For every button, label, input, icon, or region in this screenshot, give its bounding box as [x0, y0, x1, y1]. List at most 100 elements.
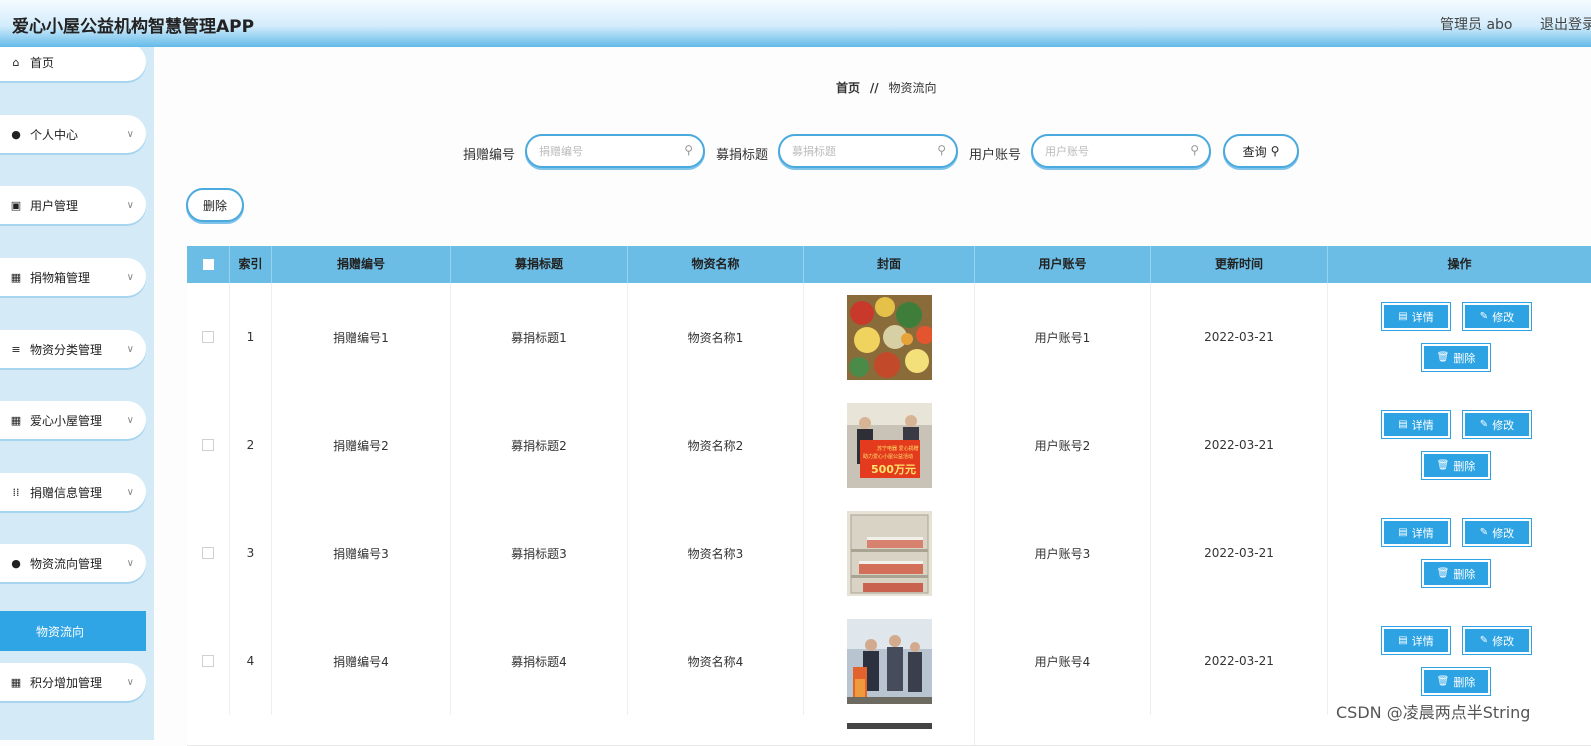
delete-button[interactable]: 🗑 删除: [1421, 559, 1491, 588]
row-select[interactable]: [187, 391, 230, 499]
grid-icon: ▦: [10, 675, 22, 689]
sidebar-item-user-management[interactable]: ▣ 用户管理 ∨: [0, 186, 146, 224]
account-search-box[interactable]: ⚲: [1031, 134, 1211, 168]
cell-index: 4: [230, 607, 272, 715]
sidebar-item-material-category[interactable]: ≡ 物资分类管理 ∨: [0, 330, 146, 368]
delete-label: 删除: [1453, 675, 1476, 689]
cell-title: 募捐标题3: [451, 499, 628, 607]
sidebar-subitem-material-flow[interactable]: 物资流向: [0, 611, 146, 651]
pencil-icon: ✎: [1479, 527, 1489, 538]
account-input[interactable]: [1043, 144, 1187, 159]
donation-no-search-box[interactable]: ⚲: [525, 134, 705, 168]
row-checkbox[interactable]: [202, 655, 214, 667]
delete-button[interactable]: 🗑 删除: [1421, 343, 1491, 372]
sidebar-item-points[interactable]: ▦ 积分增加管理 ∨: [0, 663, 146, 701]
cell-actions: ▤ 详情 ✎ 修改 🗑 删除: [1328, 499, 1591, 607]
app-header: 爱心小屋公益机构智慧管理APP 管理员 abo 退出登录: [0, 0, 1591, 47]
detail-button[interactable]: ▤ 详情: [1381, 410, 1451, 439]
location-pin-icon: ●: [11, 556, 21, 570]
apps-icon: ⁞⁞: [12, 485, 20, 499]
chevron-down-icon: ∨: [126, 557, 134, 569]
donation-no-input[interactable]: [537, 144, 681, 159]
column-header-updated: 更新时间: [1151, 246, 1328, 283]
pencil-icon: ✎: [1479, 419, 1489, 430]
trash-icon: 🗑: [1436, 568, 1450, 579]
banner-line-2: 助力爱心小屋公益活动: [863, 453, 913, 460]
chevron-down-icon: ∨: [126, 271, 134, 283]
column-header-title: 募捐标题: [451, 246, 628, 283]
cell-material: 物资名称4: [628, 607, 804, 715]
row-checkbox[interactable]: [202, 331, 214, 343]
cell-cover: [804, 715, 975, 745]
title-input[interactable]: [790, 144, 934, 159]
row-select[interactable]: [187, 607, 230, 715]
search-label-donation-no: 捐赠编号: [463, 148, 516, 163]
sidebar-item-personal-center[interactable]: ● 个人中心 ∨: [0, 115, 146, 153]
row-select[interactable]: [187, 283, 230, 391]
delete-button[interactable]: 🗑 删除: [1421, 451, 1491, 480]
sidebar-item-label: 首页: [30, 55, 55, 70]
search-label-title: 募捐标题: [716, 148, 769, 163]
cell-account: 用户账号4: [975, 607, 1151, 715]
cell-index: 2: [230, 391, 272, 499]
grid-icon: ▦: [10, 270, 22, 284]
edit-button[interactable]: ✎ 修改: [1462, 626, 1532, 655]
edit-button[interactable]: ✎ 修改: [1462, 518, 1532, 547]
query-button[interactable]: 查询 ⚲: [1223, 134, 1299, 168]
detail-button[interactable]: ▤ 详情: [1381, 518, 1451, 547]
row-select[interactable]: [187, 499, 230, 607]
watermark: CSDN @凌晨两点半String: [1336, 699, 1531, 723]
cell-updated: 2022-03-21: [1151, 607, 1328, 715]
breadcrumb-home[interactable]: 首页: [836, 81, 860, 95]
app-title: 爱心小屋公益机构智慧管理APP: [12, 17, 255, 37]
edit-label: 修改: [1492, 526, 1515, 540]
cell-title: 募捐标题1: [451, 283, 628, 391]
delete-button[interactable]: 🗑 删除: [1421, 667, 1491, 696]
detail-label: 详情: [1411, 634, 1434, 648]
detail-button[interactable]: ▤ 详情: [1381, 302, 1451, 331]
cell-updated: 2022-03-21: [1151, 499, 1328, 607]
search-label-account: 用户账号: [969, 148, 1022, 163]
chart-icon: ▣: [10, 198, 22, 212]
detail-label: 详情: [1411, 526, 1434, 540]
breadcrumb-separator: //: [869, 81, 879, 95]
table-row: 3 捐赠编号3 募捐标题3 物资名称3 用户账号3 2022-03-21 ▤ 详情…: [187, 499, 1591, 608]
batch-delete-button[interactable]: 删除: [186, 188, 244, 222]
sidebar-item-donation-box[interactable]: ▦ 捐物箱管理 ∨: [0, 258, 146, 296]
sidebar-item-label: 个人中心: [30, 127, 79, 142]
select-all-checkbox[interactable]: [202, 259, 214, 270]
cover-image-shelf: [846, 510, 932, 596]
list-icon: ≡: [11, 342, 21, 356]
row-checkbox[interactable]: [202, 439, 214, 451]
sidebar-item-label: 积分增加管理: [30, 675, 103, 690]
detail-button[interactable]: ▤ 详情: [1381, 626, 1451, 655]
banner-line-1: 苏宁电器 爱心捐赠: [877, 445, 919, 452]
cell-title: 募捐标题4: [451, 607, 628, 715]
column-header-index: 索引: [230, 246, 272, 283]
edit-button[interactable]: ✎ 修改: [1462, 410, 1532, 439]
edit-label: 修改: [1492, 418, 1515, 432]
delete-label: 删除: [1453, 459, 1476, 473]
document-icon: ▤: [1398, 635, 1408, 646]
sidebar-item-home[interactable]: ⌂ 首页: [0, 47, 146, 81]
sidebar-item-label: 捐物箱管理: [30, 270, 91, 285]
cell-cover: [804, 607, 975, 715]
header-select-all[interactable]: [187, 246, 230, 283]
cell-cover: 苏宁电器 爱心捐赠 助力爱心小屋公益活动 500万元: [804, 391, 975, 499]
user-icon: ●: [11, 127, 21, 141]
edit-label: 修改: [1492, 310, 1515, 324]
sidebar-item-donation-info[interactable]: ⁞⁞ 捐赠信息管理 ∨: [0, 473, 146, 511]
cell-index: 3: [230, 499, 272, 607]
logout-link[interactable]: 退出登录: [1540, 14, 1591, 34]
row-checkbox[interactable]: [202, 547, 214, 559]
cell-material: 物资名称1: [628, 283, 804, 391]
document-icon: ▤: [1398, 527, 1408, 538]
title-search-box[interactable]: ⚲: [778, 134, 958, 168]
cell-cover: [804, 283, 975, 391]
cell-donation-no: 捐赠编号2: [272, 391, 451, 499]
sidebar-item-material-flow[interactable]: ● 物资流向管理 ∨: [0, 544, 146, 582]
delete-label: 删除: [1453, 351, 1476, 365]
edit-button[interactable]: ✎ 修改: [1462, 302, 1532, 331]
sidebar-item-love-house[interactable]: ▦ 爱心小屋管理 ∨: [0, 401, 146, 439]
cover-image-partial: [846, 723, 932, 729]
